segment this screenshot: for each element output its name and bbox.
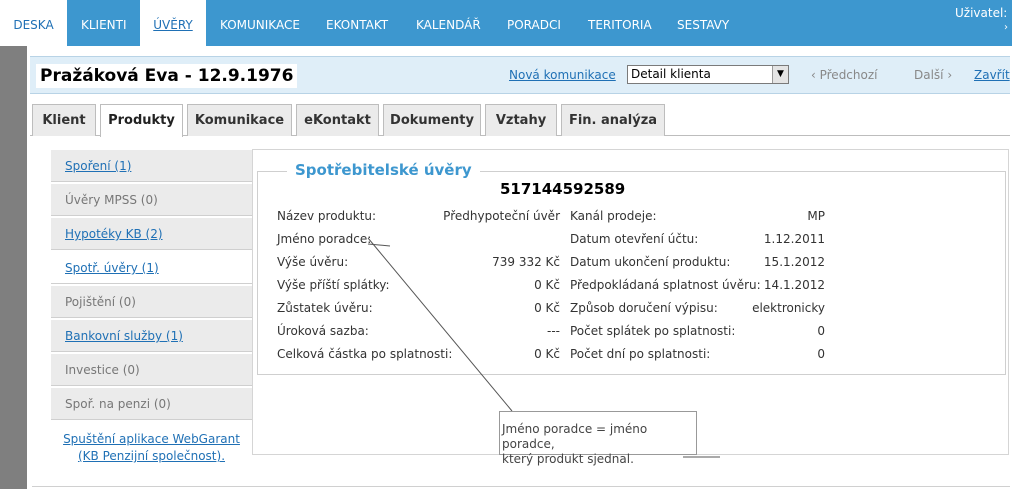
detail-value: 739 332 Kč xyxy=(492,255,560,269)
detail-label: Počet dní po splatnosti: xyxy=(570,347,711,361)
product-item-hypoteky[interactable]: Hypotéky KB (2) xyxy=(51,218,252,250)
detail-label: Datum otevření účtu: xyxy=(570,232,699,246)
detail-value: MP xyxy=(807,209,825,223)
detail-label: Úroková sazba: xyxy=(277,324,369,338)
nav-item-klienti[interactable]: KLIENTI xyxy=(81,0,127,46)
nav-item-kalendar[interactable]: KALENDÁŘ xyxy=(416,0,481,46)
view-select[interactable]: Detail klienta ▼ xyxy=(627,65,789,84)
previous-link[interactable]: ‹ Předchozí xyxy=(811,68,878,82)
tab-vztahy[interactable]: Vztahy xyxy=(485,104,557,136)
view-select-value: Detail klienta xyxy=(631,67,711,81)
product-item-spor-na-penzi[interactable]: Spoř. na penzi (0) xyxy=(51,388,252,420)
tab-dokumenty[interactable]: Dokumenty xyxy=(383,104,481,136)
nav-item-poradci[interactable]: PORADCI xyxy=(507,0,561,46)
annotation-callout: Jméno poradce = jméno poradce, který pro… xyxy=(499,411,697,466)
webgarant-link-line1: Spuštění aplikace WebGarant xyxy=(63,432,240,446)
fieldset-legend: Spotřebitelské úvěry xyxy=(287,161,480,179)
detail-value xyxy=(420,231,560,247)
new-communication-link[interactable]: Nová komunikace xyxy=(509,68,616,82)
detail-value: elektronicky xyxy=(752,301,825,315)
nav-item-sestavy[interactable]: SESTAVY xyxy=(677,0,729,46)
detail-value: 1.12.2011 xyxy=(763,232,825,246)
detail-value: Předhypoteční úvěr xyxy=(443,209,560,223)
detail-value: 0 xyxy=(817,347,825,361)
product-item-sporeni[interactable]: Spoření (1) xyxy=(51,150,252,182)
detail-value: 0 Kč xyxy=(534,347,560,361)
product-item-pojisteni[interactable]: Pojištění (0) xyxy=(51,286,252,318)
detail-value: --- xyxy=(547,324,560,338)
client-header-bar: Pražáková Eva - 12.9.1976 Nová komunikac… xyxy=(30,56,1010,94)
detail-label: Jméno poradce: xyxy=(277,232,372,246)
nav-item-ekontakt[interactable]: EKONTAKT xyxy=(326,0,388,46)
client-title: Pražáková Eva - 12.9.1976 xyxy=(36,64,298,88)
annotation-line2: který produkt sjednal. xyxy=(502,452,634,466)
product-item-uvery-mpss[interactable]: Úvěry MPSS (0) xyxy=(51,184,252,216)
detail-value: 0 xyxy=(817,324,825,338)
user-menu-arrow-icon[interactable]: › xyxy=(1004,22,1008,33)
nav-item-deska[interactable]: DESKA xyxy=(0,0,67,46)
detail-value: 15.1.2012 xyxy=(763,255,825,269)
top-navigation: DESKA KLIENTI ÚVĚRY KOMUNIKACE EKONTAKT … xyxy=(0,0,1012,46)
tab-klient[interactable]: Klient xyxy=(32,104,96,136)
detail-label: Počet splátek po splatnosti: xyxy=(570,324,736,338)
detail-label: Kanál prodeje: xyxy=(570,209,657,223)
tab-ekontakt[interactable]: eKontakt xyxy=(296,104,379,136)
product-item-bankovni-sluzby[interactable]: Bankovní služby (1) xyxy=(51,320,252,352)
nav-item-komunikace[interactable]: KOMUNIKACE xyxy=(220,0,300,46)
detail-label: Název produktu: xyxy=(277,209,377,223)
user-label: Uživatel: xyxy=(955,6,1008,20)
dropdown-arrow-icon[interactable]: ▼ xyxy=(772,66,788,83)
detail-label: Datum ukončení produktu: xyxy=(570,255,731,269)
consumer-loans-fieldset xyxy=(257,171,1006,375)
left-sidebar-strip xyxy=(0,46,27,489)
detail-label: Zůstatek úvěru: xyxy=(277,301,373,315)
close-link[interactable]: Zavřít xyxy=(974,68,1010,82)
webgarant-link-line2: (KB Penzijní společnost). xyxy=(77,449,226,463)
product-item-spotr-uvery[interactable]: Spotř. úvěry (1) xyxy=(51,252,252,284)
tab-komunikace[interactable]: Komunikace xyxy=(187,104,292,136)
tab-produkty[interactable]: Produkty xyxy=(100,104,183,137)
detail-value: 0 Kč xyxy=(534,278,560,292)
webgarant-link[interactable]: Spuštění aplikace WebGarant (KB Penzijní… xyxy=(51,431,252,465)
detail-label: Způsob doručení výpisu: xyxy=(570,301,718,315)
detail-label: Výše příští splátky: xyxy=(277,278,390,292)
product-item-investice[interactable]: Investice (0) xyxy=(51,354,252,386)
tab-fin-analyza[interactable]: Fin. analýza xyxy=(561,104,665,136)
detail-label: Výše úvěru: xyxy=(277,255,349,269)
annotation-line1: Jméno poradce = jméno poradce, xyxy=(502,422,648,451)
bottom-divider xyxy=(32,486,1010,487)
nav-item-teritoria[interactable]: TERITORIA xyxy=(588,0,652,46)
account-number: 517144592589 xyxy=(500,180,626,198)
nav-item-uvery[interactable]: ÚVĚRY xyxy=(140,0,206,46)
detail-value: 0 Kč xyxy=(534,301,560,315)
detail-value: 14.1.2012 xyxy=(763,278,825,292)
next-link[interactable]: Další › xyxy=(914,68,952,82)
